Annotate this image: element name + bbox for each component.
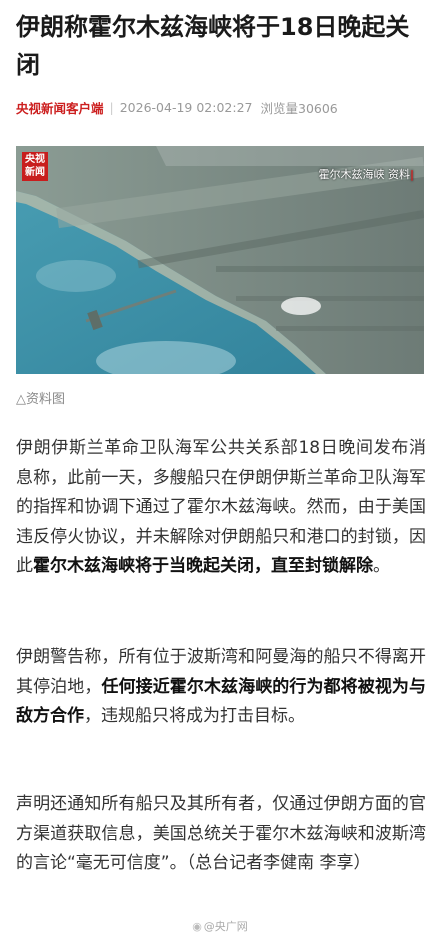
article-title: 伊朗称霍尔木兹海峡将于18日晚起关闭 <box>16 13 410 79</box>
paragraph-3: 声明还通知所有船只及其所有者，仅通过伊朗方面的官方渠道获取信息，美国总统关于霍尔… <box>16 794 426 874</box>
logo-bottom-text: 新闻 <box>25 167 45 178</box>
paragraph-1-end: 。 <box>373 556 390 577</box>
overlay-archive-label: 资料 <box>387 168 410 181</box>
paragraph-2-end: ，违规船只将成为打击目标。 <box>84 706 305 727</box>
watermark-text: @央广网 <box>203 920 248 933</box>
view-count: 浏览量30606 <box>260 100 338 116</box>
photo-overlay-label: 霍尔木兹海峡 资料| <box>318 166 414 182</box>
footer-watermark: ◉ @央广网 <box>0 918 440 934</box>
meta-divider: | <box>109 99 114 115</box>
source-name[interactable]: 央视新闻客户端 <box>16 98 104 117</box>
weibo-icon: ◉ <box>192 920 202 933</box>
paragraph-1: 伊朗伊斯兰革命卫队海军公共关系部18日晚间发布消息称，此前一天，多艘船只在伊朗伊… <box>16 434 426 582</box>
paragraph-1-emphasis: 霍尔木兹海峡将于当晚起关闭，直至封锁解除 <box>33 556 373 577</box>
article-meta: 央视新闻客户端 | 2026-04-19 02:02:27 浏览量30606 <box>16 97 426 117</box>
photo-caption: △资料图 <box>16 392 65 407</box>
overlay-bar: | <box>409 168 414 181</box>
aerial-photo[interactable]: 央视 新闻 霍尔木兹海峡 资料| <box>16 146 424 374</box>
cctv-news-logo: 央视 新闻 <box>22 152 48 181</box>
logo-top-text: 央视 <box>25 154 45 165</box>
publish-date: 2026-04-19 02:02:27 <box>119 99 253 115</box>
article-page: 伊朗称霍尔木兹海峡将于18日晚起关闭 央视新闻客户端 | 2026-04-19 … <box>0 0 440 938</box>
overlay-location: 霍尔木兹海峡 <box>318 168 385 181</box>
paragraph-2: 伊朗警告称，所有位于波斯湾和阿曼海的船只不得离开其停泊地，任何接近霍尔木兹海峡的… <box>16 643 426 732</box>
